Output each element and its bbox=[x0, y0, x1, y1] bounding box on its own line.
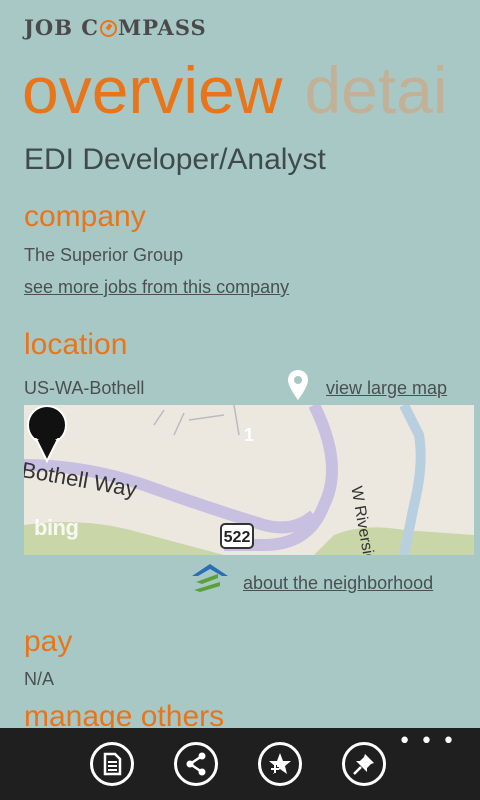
notes-button[interactable] bbox=[90, 742, 134, 786]
pushpin-number: 1 bbox=[243, 425, 254, 445]
about-neighborhood-link[interactable]: about the neighborhood bbox=[243, 573, 433, 594]
view-large-map-link[interactable]: view large map bbox=[326, 378, 447, 399]
pivot-header: overview detai bbox=[22, 50, 448, 130]
app-title-part1: JOB C bbox=[24, 15, 100, 40]
application-bar: • • • bbox=[0, 728, 480, 800]
pivot-tab-overview[interactable]: overview bbox=[22, 50, 282, 130]
zillow-icon bbox=[192, 564, 228, 592]
pay-heading: pay bbox=[24, 625, 73, 658]
more-menu-ellipsis[interactable]: • • • bbox=[398, 731, 456, 753]
add-favorite-icon bbox=[269, 753, 291, 774]
share-button[interactable] bbox=[174, 742, 218, 786]
pay-value: N/A bbox=[24, 669, 55, 689]
pin-to-start-button[interactable] bbox=[342, 742, 386, 786]
highway-shield: 522 bbox=[220, 523, 254, 549]
company-heading: company bbox=[24, 200, 146, 233]
map-pin-icon[interactable] bbox=[287, 369, 309, 401]
location-value: US-WA-Bothell bbox=[24, 378, 145, 398]
app-title: JOB C MPASS bbox=[24, 15, 207, 40]
pin-to-start-icon bbox=[353, 754, 374, 775]
add-favorite-button[interactable] bbox=[258, 742, 302, 786]
pivot-tab-details[interactable]: detai bbox=[304, 50, 447, 130]
job-title: EDI Developer/Analyst bbox=[24, 143, 326, 176]
location-map[interactable]: Bothell Way W Riverside D bing 522 1 bbox=[24, 405, 474, 555]
share-icon bbox=[186, 752, 206, 776]
app-title-part2: MPASS bbox=[118, 15, 207, 40]
notes-icon bbox=[103, 752, 122, 776]
map-pushpin-icon[interactable] bbox=[24, 405, 70, 467]
compass-icon bbox=[100, 20, 118, 37]
bing-logo: bing bbox=[34, 515, 79, 540]
company-name: The Superior Group bbox=[24, 245, 184, 265]
location-heading: location bbox=[24, 328, 128, 361]
job-details-screen: JOB C MPASS overview detai EDI Developer/A… bbox=[0, 0, 480, 800]
more-jobs-link[interactable]: see more jobs from this company bbox=[24, 277, 289, 298]
